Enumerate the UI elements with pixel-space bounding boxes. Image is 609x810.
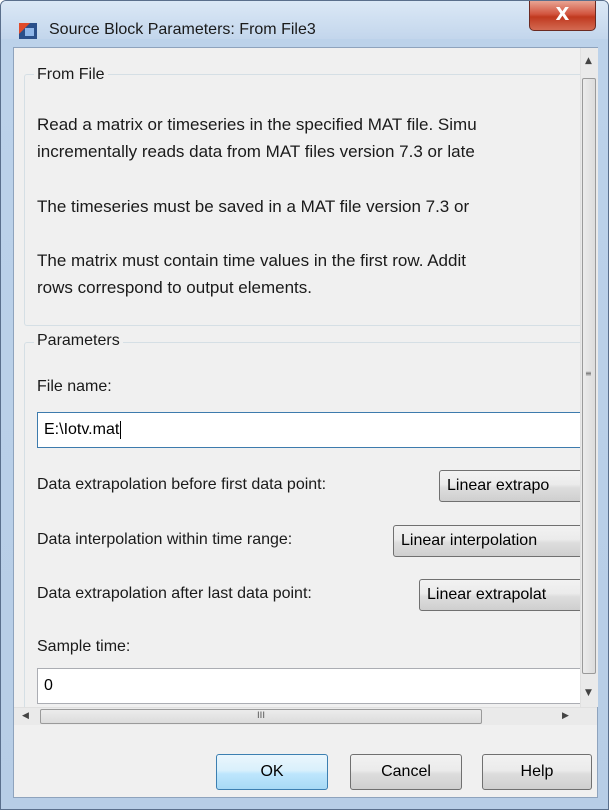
- file-name-value: E:\Iotv.mat: [44, 421, 120, 438]
- horizontal-scroll-thumb[interactable]: III: [40, 709, 482, 724]
- title-bar[interactable]: Source Block Parameters: From File3 X: [1, 1, 608, 39]
- description-line: The timeseries must be saved in a MAT fi…: [37, 197, 470, 216]
- extrapolation-after-select[interactable]: Linear extrapolat: [419, 579, 580, 611]
- extrapolation-after-label: Data extrapolation after last data point…: [37, 585, 312, 602]
- file-name-label: File name:: [37, 378, 112, 395]
- extrapolation-before-select[interactable]: Linear extrapo: [439, 470, 580, 502]
- sample-time-input[interactable]: 0: [37, 668, 580, 704]
- parameters-group-label: Parameters: [34, 332, 123, 350]
- parameters-scroll-area: From File Read a matrix or timeseries in…: [14, 48, 580, 707]
- description-line: Read a matrix or timeseries in the speci…: [37, 115, 477, 134]
- dialog-window: Source Block Parameters: From File3 X Fr…: [0, 0, 609, 810]
- dialog-client-area: From File Read a matrix or timeseries in…: [13, 47, 598, 798]
- text-caret: [120, 420, 122, 439]
- up-arrow-icon[interactable]: ▲: [585, 56, 592, 66]
- down-arrow-icon[interactable]: ▼: [585, 688, 592, 698]
- from-file-group-label: From File: [34, 66, 108, 84]
- cancel-button[interactable]: Cancel: [350, 754, 462, 790]
- vertical-scroll-thumb[interactable]: ≡: [582, 78, 596, 674]
- grip-icon: III: [257, 711, 265, 721]
- file-name-input[interactable]: E:\Iotv.mat: [37, 412, 580, 448]
- window-title: Source Block Parameters: From File3: [49, 21, 316, 38]
- sample-time-label: Sample time:: [37, 638, 131, 655]
- description-line: The matrix must contain time values in t…: [37, 251, 466, 270]
- help-button[interactable]: Help: [482, 754, 592, 790]
- grip-icon: ≡: [585, 369, 592, 378]
- right-arrow-icon[interactable]: ▶: [562, 711, 569, 721]
- description-line: incrementally reads data from MAT files …: [37, 142, 475, 161]
- extrapolation-before-label: Data extrapolation before first data poi…: [37, 476, 327, 493]
- interpolation-label: Data interpolation within time range:: [37, 531, 293, 548]
- interpolation-select[interactable]: Linear interpolation: [393, 525, 580, 557]
- simulink-block-icon: [19, 23, 37, 39]
- horizontal-scrollbar[interactable]: ◀ III ▶: [14, 707, 597, 725]
- close-button[interactable]: X: [529, 1, 596, 31]
- description-line: rows correspond to output elements.: [37, 278, 312, 297]
- ok-button[interactable]: OK: [216, 754, 328, 790]
- vertical-scrollbar[interactable]: ▲ ≡ ▼: [580, 48, 598, 707]
- left-arrow-icon[interactable]: ◀: [22, 711, 29, 721]
- sample-time-value: 0: [44, 677, 53, 694]
